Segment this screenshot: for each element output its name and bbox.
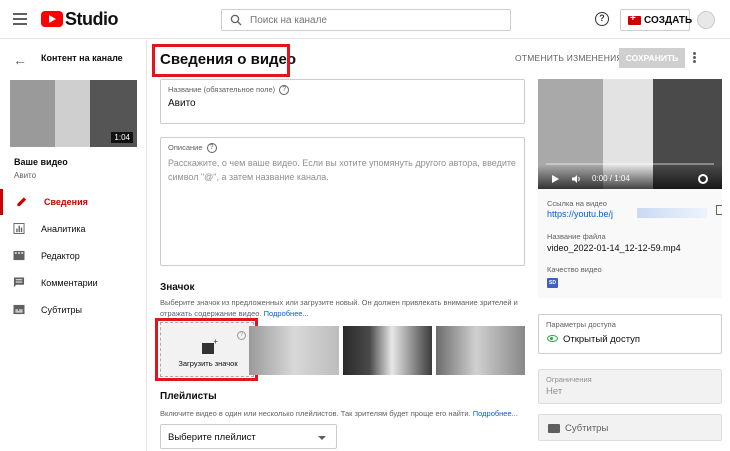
undo-changes-button[interactable]: ОТМЕНИТЬ ИЗМЕНЕНИЯ: [515, 53, 623, 63]
video-info-panel: 0:00 / 1:04 Ссылка на видео https://yout…: [538, 79, 722, 298]
subtitles-icon: [13, 304, 25, 315]
thumbnail-option[interactable]: [343, 326, 432, 375]
menu-icon[interactable]: [13, 13, 27, 25]
playlists-heading: Плейлисты: [160, 391, 217, 402]
volume-icon[interactable]: [572, 175, 581, 183]
thumbnail-more-link[interactable]: Подробнее...: [264, 309, 309, 318]
description-placeholder[interactable]: Расскажите, о чем ваше видео. Если вы хо…: [168, 156, 518, 184]
sidebar-item-comments[interactable]: Комментарии: [0, 270, 146, 296]
create-video-icon: [628, 13, 641, 25]
sidebar-item-label: Комментарии: [41, 278, 98, 288]
help-icon[interactable]: ?: [595, 12, 609, 26]
sidebar-item-analytics[interactable]: Аналитика: [0, 216, 146, 242]
subtitles-icon: [548, 424, 560, 433]
filename-value: video_2022-01-14_12-12-59.mp4: [547, 243, 681, 253]
thumbnail-option[interactable]: [249, 326, 339, 375]
sidebar-item-label: Субтитры: [41, 305, 83, 315]
restrictions-label: Ограничения: [546, 375, 592, 384]
studio-logo-text[interactable]: Studio: [65, 9, 119, 30]
thumbnail-duration: 1:04: [111, 132, 133, 143]
sidebar-item-label: Аналитика: [41, 224, 86, 234]
player-time: 0:00 / 1:04: [592, 174, 630, 183]
sidebar-item-label: Редактор: [41, 251, 80, 261]
youtube-logo-icon[interactable]: [41, 11, 63, 27]
sidebar-item-subtitles[interactable]: Субтитры: [0, 297, 146, 323]
playlist-select-value: Выберите плейлист: [168, 432, 256, 443]
quality-label: Качество видео: [547, 265, 602, 274]
video-link[interactable]: https://youtu.be/j: [547, 209, 613, 219]
create-button-label: СОЗДАТЬ: [644, 15, 693, 26]
video-player[interactable]: 0:00 / 1:04: [538, 79, 722, 189]
copy-icon[interactable]: [716, 205, 722, 215]
help-icon[interactable]: ?: [206, 143, 217, 154]
play-icon[interactable]: [552, 175, 559, 183]
sidebar-item-details[interactable]: Сведения: [0, 189, 146, 215]
sidebar-item-editor[interactable]: Редактор: [0, 243, 146, 269]
description-field[interactable]: Описание? Расскажите, о чем ваше видео. …: [160, 137, 525, 266]
video-link-label: Ссылка на видео: [547, 199, 607, 208]
search-icon: [230, 14, 242, 26]
title-field-value[interactable]: Авито: [168, 98, 196, 109]
sidebar-back-title[interactable]: Контент на канале: [41, 53, 123, 63]
thumbnail-heading: Значок: [160, 282, 195, 293]
playlists-more-link[interactable]: Подробнее...: [473, 409, 518, 418]
video-thumbnail[interactable]: 1:04: [10, 80, 137, 147]
highlight-frame: [152, 44, 290, 77]
playlist-select[interactable]: Выберите плейлист: [160, 424, 337, 449]
eye-icon: [547, 335, 558, 342]
sidebar-item-label: Сведения: [44, 197, 88, 207]
search-box[interactable]: [221, 9, 511, 31]
comments-icon: [13, 277, 25, 288]
restrictions-box[interactable]: Ограничения Нет: [538, 369, 722, 404]
restrictions-value: Нет: [546, 386, 563, 397]
chevron-down-icon: [318, 436, 326, 440]
sidebar-video-title: Ваше видео: [14, 157, 68, 167]
analytics-icon: [13, 223, 25, 234]
visibility-value: Открытый доступ: [563, 334, 641, 345]
title-field-label: Название (обязательное поле): [168, 85, 276, 94]
filename-label: Название файла: [547, 232, 606, 241]
create-button[interactable]: СОЗДАТЬ: [620, 9, 693, 31]
help-icon[interactable]: ?: [279, 85, 290, 96]
save-button[interactable]: СОХРАНИТЬ: [619, 48, 685, 68]
subtitles-box[interactable]: Субтитры: [538, 414, 722, 441]
top-bar: Studio ? СОЗДАТЬ: [0, 0, 730, 39]
visibility-label: Параметры доступа: [546, 320, 616, 329]
sidebar-channel-name: Авито: [14, 171, 37, 180]
thumbnail-description: Выберите значок из предложенных или загр…: [160, 298, 518, 318]
subtitles-label: Субтитры: [565, 423, 609, 434]
avatar[interactable]: [697, 11, 715, 29]
redacted-link: [637, 208, 707, 218]
description-field-label: Описание: [168, 143, 203, 152]
pencil-icon: [17, 197, 27, 207]
more-options-icon[interactable]: [693, 52, 697, 64]
search-input[interactable]: [250, 10, 505, 30]
video-progress-bar[interactable]: [546, 163, 714, 165]
visibility-box[interactable]: Параметры доступа Открытый доступ: [538, 314, 722, 354]
thumbnail-option[interactable]: [436, 326, 525, 375]
title-field[interactable]: Название (обязательное поле)? Авито: [160, 79, 525, 124]
editor-icon: [13, 250, 25, 261]
highlight-frame: [155, 318, 258, 381]
gear-icon[interactable]: [698, 174, 708, 184]
playlists-description: Включите видео в один или несколько плей…: [160, 409, 518, 418]
back-arrow-icon[interactable]: ←: [13, 52, 27, 68]
quality-badge: SD: [547, 278, 558, 288]
sidebar: ← Контент на канале 1:04 Ваше видео Авит…: [0, 40, 147, 451]
